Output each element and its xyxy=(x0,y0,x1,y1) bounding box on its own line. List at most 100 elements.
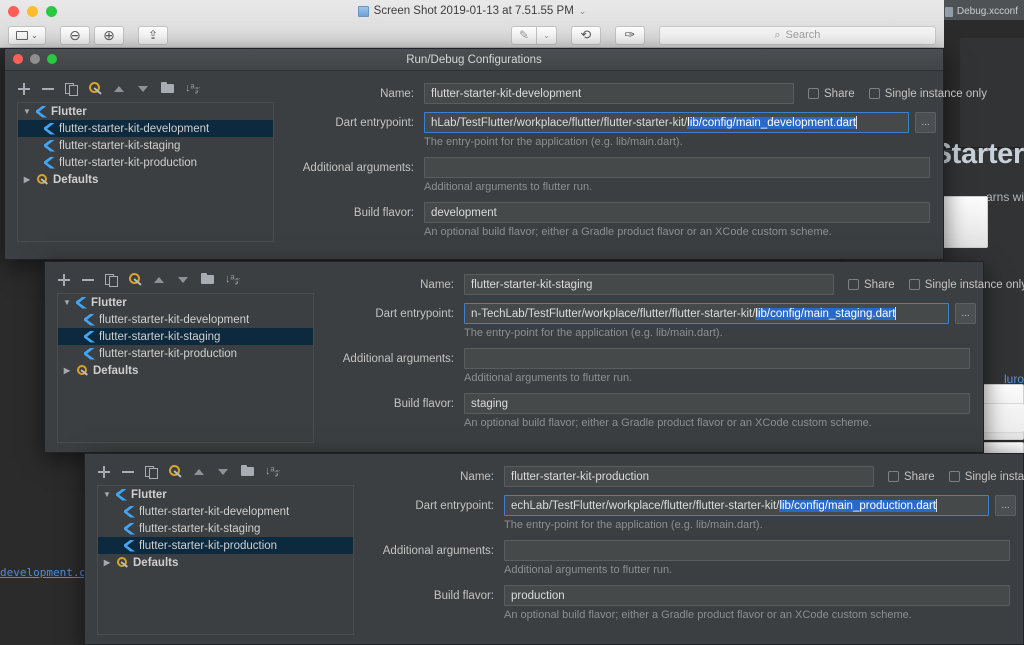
chevron-right-icon[interactable]: ▶ xyxy=(102,558,112,567)
dart-entrypoint-input[interactable]: echLab/TestFlutter/workplace/flutter/flu… xyxy=(504,495,989,516)
single-instance-checkbox[interactable]: Single instance only xyxy=(948,471,1024,483)
name-input[interactable]: flutter-starter-kit-production xyxy=(504,466,874,487)
annotate-button[interactable]: ✑ xyxy=(614,25,645,45)
browse-entrypoint-button[interactable]: ... xyxy=(955,303,976,324)
additional-arguments-input[interactable] xyxy=(424,157,930,178)
toolbar-group-zoom[interactable]: ⊖ ⊕ xyxy=(60,25,128,45)
copy-icon[interactable] xyxy=(65,82,78,96)
configuration-form[interactable]: Name: flutter-starter-kit-development Sh… xyxy=(286,71,1001,261)
share-checkbox[interactable]: Share xyxy=(888,471,935,483)
maximize-button[interactable] xyxy=(47,54,57,64)
browse-entrypoint-button[interactable]: ... xyxy=(915,112,936,133)
remove-icon[interactable] xyxy=(121,465,134,478)
move-up-icon[interactable] xyxy=(193,465,206,478)
tree-item-production[interactable]: flutter-starter-kit-production xyxy=(18,154,273,171)
add-icon[interactable] xyxy=(57,273,70,286)
move-up-icon[interactable] xyxy=(153,273,166,286)
browse-entrypoint-button[interactable]: ... xyxy=(995,495,1016,516)
tree-group-defaults[interactable]: ▶ Defaults xyxy=(98,554,353,571)
tree-item-production[interactable]: flutter-starter-kit-production xyxy=(58,345,313,362)
configurations-panel[interactable]: ↓ᵃ𝓏 ▼ Flutter flutter-starter-kit-develo… xyxy=(85,454,366,645)
move-up-icon[interactable] xyxy=(113,82,126,95)
chevron-down-icon[interactable]: ▼ xyxy=(102,490,112,499)
sidebar-toggle-button[interactable]: ⌄ xyxy=(8,25,46,45)
toolbar-group-annotate[interactable]: ✑ xyxy=(614,25,649,45)
toolbar-group-markup[interactable]: ✎ ⌄ xyxy=(511,25,561,45)
close-button[interactable] xyxy=(13,54,23,64)
edit-templates-icon[interactable] xyxy=(169,465,182,478)
tree-item-staging[interactable]: flutter-starter-kit-staging xyxy=(58,328,313,345)
zoom-out-button[interactable]: ⊖ xyxy=(60,25,90,45)
zoom-in-button[interactable]: ⊕ xyxy=(94,25,124,45)
markup-dropdown-button[interactable]: ⌄ xyxy=(537,25,557,45)
tree-item-staging[interactable]: flutter-starter-kit-staging xyxy=(98,520,353,537)
edit-templates-icon[interactable] xyxy=(89,82,102,95)
tree-item-development[interactable]: flutter-starter-kit-development xyxy=(58,311,313,328)
folder-icon[interactable] xyxy=(241,465,254,478)
build-flavor-input[interactable]: staging xyxy=(464,393,970,414)
configurations-panel[interactable]: ↓ᵃ𝓏 ▼ Flutter flutter-starter-kit-develo… xyxy=(45,262,326,454)
configurations-toolbar[interactable]: ↓ᵃ𝓏 xyxy=(85,462,366,485)
run-debug-dialog-staging[interactable]: ↓ᵃ𝓏 ▼ Flutter flutter-starter-kit-develo… xyxy=(44,261,1024,454)
run-debug-dialog-production[interactable]: ↓ᵃ𝓏 ▼ Flutter flutter-starter-kit-develo… xyxy=(84,453,1024,645)
dart-entrypoint-input[interactable]: n-TechLab/TestFlutter/workplace/flutter/… xyxy=(464,303,949,324)
configurations-toolbar[interactable]: ↓ᵃ𝓏 xyxy=(5,79,286,102)
toolbar-group-rotate[interactable]: ⟲ xyxy=(570,25,605,45)
additional-arguments-input[interactable] xyxy=(504,540,1010,561)
markup-button[interactable]: ✎ xyxy=(511,25,538,45)
share-checkbox[interactable]: Share xyxy=(808,88,855,100)
tree-group-flutter[interactable]: ▼ Flutter xyxy=(18,103,273,120)
copy-icon[interactable] xyxy=(145,465,158,479)
move-down-icon[interactable] xyxy=(217,465,230,478)
window-controls[interactable] xyxy=(8,6,57,17)
build-flavor-input[interactable]: development xyxy=(424,202,930,223)
share-button[interactable]: ⇪ xyxy=(138,25,168,45)
remove-icon[interactable] xyxy=(81,273,94,286)
rotate-button[interactable]: ⟲ xyxy=(570,25,601,45)
add-icon[interactable] xyxy=(17,82,30,95)
sort-icon[interactable]: ↓ᵃ𝓏 xyxy=(265,465,280,478)
move-down-icon[interactable] xyxy=(177,273,190,286)
remove-icon[interactable] xyxy=(41,82,54,95)
additional-arguments-input[interactable] xyxy=(464,348,970,369)
chevron-down-icon[interactable]: ▼ xyxy=(62,298,72,307)
tree-group-flutter[interactable]: ▼ Flutter xyxy=(98,486,353,503)
chevron-down-icon[interactable]: ▼ xyxy=(22,107,32,116)
folder-icon[interactable] xyxy=(161,82,174,95)
tree-group-defaults[interactable]: ▶ Defaults xyxy=(58,362,313,379)
chevron-right-icon[interactable]: ▶ xyxy=(22,175,32,184)
chevron-right-icon[interactable]: ▶ xyxy=(62,366,72,375)
minimize-button[interactable] xyxy=(27,6,38,17)
sort-icon[interactable]: ↓ᵃ𝓏 xyxy=(225,273,240,286)
configurations-panel[interactable]: ↓ᵃ𝓏 ▼ Flutter flutter-starter-kit-develo… xyxy=(5,71,286,261)
name-input[interactable]: flutter-starter-kit-development xyxy=(424,83,794,104)
share-checkbox[interactable]: Share xyxy=(848,279,895,291)
copy-icon[interactable] xyxy=(105,273,118,287)
configurations-toolbar[interactable]: ↓ᵃ𝓏 xyxy=(45,270,326,293)
preview-titlebar[interactable]: Screen Shot 2019-01-13 at 7.51.55 PM ⌄ xyxy=(0,0,944,22)
configurations-tree[interactable]: ▼ Flutter flutter-starter-kit-developmen… xyxy=(17,102,274,242)
single-instance-checkbox[interactable]: Single instance only xyxy=(908,279,1024,291)
maximize-button[interactable] xyxy=(46,6,57,17)
add-icon[interactable] xyxy=(97,465,110,478)
move-down-icon[interactable] xyxy=(137,82,150,95)
preview-toolbar[interactable]: ⌄ ⊖ ⊕ ⇪ ✎ ⌄ ⟲ ✑ ⌕ Search xyxy=(0,22,944,48)
configurations-tree[interactable]: ▼ Flutter flutter-starter-kit-developmen… xyxy=(57,293,314,443)
tree-group-defaults[interactable]: ▶ Defaults xyxy=(18,171,273,188)
toolbar-group-share[interactable]: ⇪ xyxy=(138,25,172,45)
tree-group-flutter[interactable]: ▼ Flutter xyxy=(58,294,313,311)
configurations-tree[interactable]: ▼ Flutter flutter-starter-kit-developmen… xyxy=(97,485,354,635)
toolbar-group-left[interactable]: ⌄ xyxy=(8,25,50,45)
configuration-form[interactable]: Name: flutter-starter-kit-staging Share … xyxy=(326,262,1024,454)
tree-item-production[interactable]: flutter-starter-kit-production xyxy=(98,537,353,554)
search-input[interactable]: ⌕ Search xyxy=(658,25,936,45)
tree-item-development[interactable]: flutter-starter-kit-development xyxy=(18,120,273,137)
sort-icon[interactable]: ↓ᵃ𝓏 xyxy=(185,82,200,95)
dart-entrypoint-input[interactable]: hLab/TestFlutter/workplace/flutter/flutt… xyxy=(424,112,909,133)
chevron-down-icon[interactable]: ⌄ xyxy=(579,6,587,17)
minimize-button[interactable] xyxy=(30,54,40,64)
single-instance-checkbox[interactable]: Single instance only xyxy=(868,88,987,100)
name-input[interactable]: flutter-starter-kit-staging xyxy=(464,274,834,295)
tree-item-staging[interactable]: flutter-starter-kit-staging xyxy=(18,137,273,154)
close-button[interactable] xyxy=(8,6,19,17)
